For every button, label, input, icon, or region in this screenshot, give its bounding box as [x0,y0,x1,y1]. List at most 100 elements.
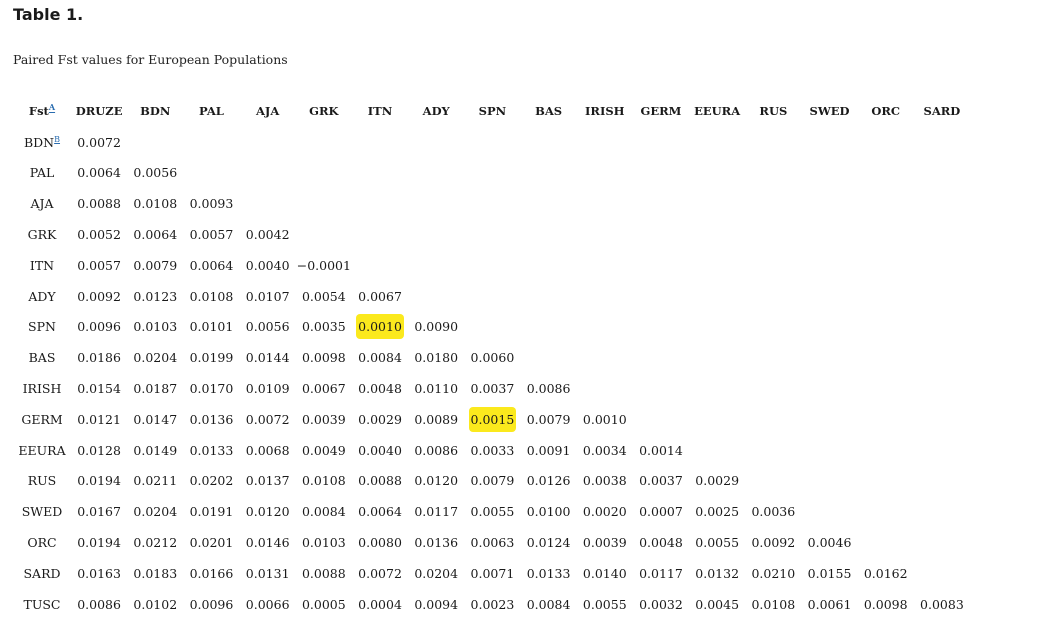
empty-cell [521,250,577,281]
table-cell: 0.0084 [352,342,408,373]
empty-cell [296,158,352,189]
cell-value: 0.0084 [301,504,346,520]
table-cell: 0.0102 [127,589,183,620]
empty-cell [577,158,633,189]
empty-cell [408,281,464,312]
table-cell: 0.0128 [71,435,127,466]
cell-value: 0.0117 [414,504,459,520]
table-cell: 0.0035 [296,312,352,343]
empty-cell [521,219,577,250]
empty-cell [408,158,464,189]
table-cell: 0.0110 [408,373,464,404]
table-cell: 0.0086 [71,589,127,620]
footnote-link-b[interactable]: B [54,135,60,144]
cell-value: 0.0088 [358,473,402,489]
cell-value: 0.0186 [77,350,121,366]
empty-cell [914,404,970,435]
row-header-swed: SWED [13,496,71,527]
empty-cell [689,281,745,312]
table-cell: 0.0048 [352,373,408,404]
table-cell: 0.0098 [296,342,352,373]
row-label: ADY [28,288,56,304]
column-header-sard: SARD [923,104,961,119]
cell-value: 0.0155 [807,565,852,581]
table-cell: 0.0080 [352,527,408,558]
table-cell: 0.0056 [240,312,296,343]
table-cell: 0.0088 [352,466,408,497]
fst-table: FstA DRUZE BDN PAL AJA GRK ITN ADY SPN BAS IRISH G… [13,96,970,620]
table-cell: 0.0084 [521,589,577,620]
highlighted-cell-value: 0.0015 [468,406,517,432]
empty-cell [577,127,633,158]
table-cell: 0.0072 [352,558,408,589]
empty-cell [352,188,408,219]
cell-value: 0.0102 [133,596,178,612]
table-cell: 0.0202 [183,466,239,497]
table-cell: 0.0086 [521,373,577,404]
cell-value: 0.0064 [77,165,121,181]
cell-value: 0.0098 [301,350,346,366]
row-label: BDN [23,134,55,150]
cell-value: 0.0064 [133,227,178,243]
cell-value: 0.0149 [133,442,178,458]
empty-cell [633,342,689,373]
cell-value: 0.0109 [245,381,290,397]
empty-cell [745,219,801,250]
cell-value: 0.0199 [189,350,234,366]
cell-value: 0.0162 [863,565,908,581]
empty-cell [689,342,745,373]
table-cell: 0.0055 [689,527,745,558]
cell-value: 0.0201 [189,535,234,551]
table-cell: 0.0096 [183,589,239,620]
table-cell: 0.0108 [127,188,183,219]
empty-cell [801,188,857,219]
cell-value: 0.0071 [470,565,515,581]
cell-value: 0.0020 [582,504,627,520]
table-cell: 0.0060 [464,342,520,373]
cell-value: −0.0001 [296,257,351,273]
empty-cell [914,250,970,281]
footnote-link-a[interactable]: A [49,103,55,113]
cell-value: 0.0048 [358,381,402,397]
row-label: EEURA [18,442,66,458]
table-cell: 0.0055 [464,496,520,527]
cell-value: 0.0049 [301,442,346,458]
table-cell: 0.0084 [296,496,352,527]
cell-value: 0.0039 [301,411,346,427]
table-cell: 0.0126 [521,466,577,497]
table-cell: 0.0167 [71,496,127,527]
table-cell: 0.0039 [577,527,633,558]
empty-cell [801,158,857,189]
cell-value: 0.0067 [358,288,402,304]
empty-cell [240,127,296,158]
table-cell: 0.0124 [521,527,577,558]
cell-value: 0.0055 [695,535,740,551]
empty-cell [689,435,745,466]
cell-value: 0.0147 [133,411,178,427]
cell-value: 0.0120 [414,473,459,489]
empty-cell [801,250,857,281]
table-cell: 0.0201 [183,527,239,558]
cell-value: 0.0187 [133,381,178,397]
empty-cell [408,127,464,158]
cell-value: 0.0131 [245,565,290,581]
cell-value: 0.0067 [301,381,346,397]
table-cell: 0.0108 [745,589,801,620]
empty-cell [689,373,745,404]
table-cell: 0.0068 [240,435,296,466]
table-cell: 0.0107 [240,281,296,312]
table-cell: 0.0117 [408,496,464,527]
table-cell: 0.0136 [408,527,464,558]
empty-cell [914,188,970,219]
row-header-grk: GRK [13,219,71,250]
cell-value: 0.0052 [77,227,121,243]
table-cell: 0.0144 [240,342,296,373]
cell-value: 0.0005 [301,596,346,612]
empty-cell [801,127,857,158]
table-cell: 0.0079 [464,466,520,497]
row-header-pal: PAL [13,158,71,189]
table-cell: 0.0032 [633,589,689,620]
row-header-germ: GERM [13,404,71,435]
empty-cell [633,312,689,343]
empty-cell [689,219,745,250]
